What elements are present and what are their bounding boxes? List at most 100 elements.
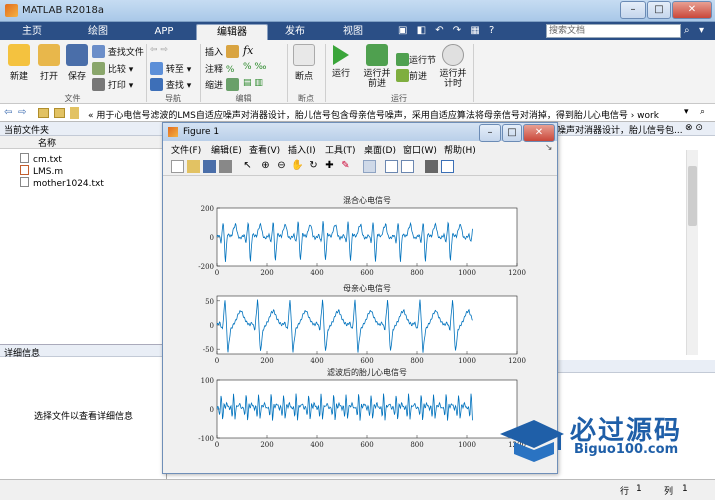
run-time-button[interactable]: 运行并 计时 bbox=[438, 44, 468, 89]
up-folder-icon[interactable] bbox=[38, 108, 49, 118]
y-tick-label: 0 bbox=[210, 406, 214, 414]
figure-close-button[interactable]: ✕ bbox=[523, 124, 555, 142]
insert-button[interactable]: 插入 bbox=[205, 45, 239, 58]
run-advance-button[interactable]: 运行并 前进 bbox=[362, 44, 392, 89]
indent-icons[interactable]: ▤ ▥ bbox=[243, 78, 263, 88]
back-forward-icons[interactable]: ⇦ ⇨ bbox=[150, 45, 168, 55]
breakpoints-button[interactable]: 断点 bbox=[293, 44, 315, 82]
path-dropdown-icon[interactable]: ▾ bbox=[684, 107, 689, 117]
subplot-title: 母亲心电信号 bbox=[343, 283, 391, 293]
zoom-in-icon[interactable]: ⊕ bbox=[259, 160, 272, 173]
y-tick-label: -200 bbox=[198, 263, 214, 271]
figure-toolbar: ↖ ⊕ ⊖ ✋ ↻ ✚ ✎ bbox=[163, 158, 557, 176]
rotate-icon[interactable]: ↻ bbox=[307, 160, 320, 173]
x-tick-label: 1000 bbox=[458, 269, 476, 277]
print-figure-icon[interactable] bbox=[219, 160, 232, 173]
menu-tools[interactable]: 工具(T) bbox=[325, 143, 356, 156]
print-button[interactable]: 打印 ▾ bbox=[92, 78, 133, 91]
pan-icon[interactable]: ✋ bbox=[291, 160, 304, 173]
menu-help[interactable]: 帮助(H) bbox=[444, 143, 476, 156]
pointer-icon[interactable]: ↖ bbox=[241, 160, 254, 173]
menu-view[interactable]: 查看(V) bbox=[249, 143, 280, 156]
editor-scrollbar[interactable] bbox=[686, 150, 698, 355]
bell-icon[interactable]: ▾ bbox=[699, 25, 704, 36]
section-navigate-label: 导航 bbox=[165, 94, 181, 103]
y-tick-label: -100 bbox=[198, 435, 214, 443]
close-button[interactable]: ✕ bbox=[672, 1, 712, 19]
file-browser[interactable]: 名称 cm.txt LMS.m mother1024.txt bbox=[0, 136, 167, 344]
dock-icon[interactable]: ↘ bbox=[545, 143, 553, 153]
hide-tools-icon[interactable] bbox=[425, 160, 438, 173]
col-label: 列 bbox=[664, 487, 674, 497]
quick-access-icons[interactable]: ▣ ◧ ↶ ↷ ▦ ? bbox=[398, 25, 497, 36]
tab-home[interactable]: 主页 bbox=[6, 24, 58, 40]
comment-button[interactable]: 注释 % bbox=[205, 62, 234, 75]
legend-icon[interactable] bbox=[401, 160, 414, 173]
search-icon[interactable]: ⌕ bbox=[684, 25, 690, 36]
indent-icon bbox=[225, 78, 239, 91]
goto-button[interactable]: 转至 ▾ bbox=[150, 62, 191, 75]
x-tick-label: 1000 bbox=[458, 357, 476, 365]
axes-box bbox=[216, 295, 518, 355]
watermark-logo: 必过源码 Biguo100.com bbox=[496, 408, 706, 468]
menu-desktop[interactable]: 桌面(D) bbox=[364, 143, 396, 156]
file-item[interactable]: LMS.m bbox=[20, 165, 63, 177]
new-figure-icon[interactable] bbox=[171, 160, 184, 173]
path-search-icon[interactable]: ⌕ bbox=[700, 107, 705, 117]
new-button[interactable]: 新建 bbox=[8, 44, 30, 82]
run-button[interactable]: 运行 bbox=[332, 44, 350, 79]
search-input[interactable]: 搜索文档 bbox=[546, 24, 681, 38]
minimize-button[interactable]: – bbox=[620, 1, 646, 19]
colorbar-icon[interactable] bbox=[385, 160, 398, 173]
tab-apps[interactable]: APP bbox=[138, 24, 190, 40]
open-button[interactable]: 打开 bbox=[38, 44, 60, 82]
browse-folder-icon[interactable] bbox=[54, 108, 65, 118]
tab-view[interactable]: 视图 bbox=[330, 24, 376, 40]
advance-button[interactable]: 前进 bbox=[396, 69, 427, 82]
find-files-icon bbox=[92, 45, 105, 58]
matlab-logo-icon bbox=[5, 4, 18, 17]
indent-button[interactable]: 缩进 bbox=[205, 78, 239, 91]
compare-button[interactable]: 比较 ▾ bbox=[92, 62, 133, 75]
maximize-button[interactable]: □ bbox=[647, 1, 671, 19]
menu-insert[interactable]: 插入(I) bbox=[288, 143, 316, 156]
menu-file[interactable]: 文件(F) bbox=[171, 143, 201, 156]
forward-icon[interactable]: ⇨ bbox=[18, 107, 26, 118]
tab-plots[interactable]: 绘图 bbox=[72, 24, 124, 40]
open-file-icon[interactable] bbox=[187, 160, 200, 173]
link-plot-icon[interactable] bbox=[363, 160, 376, 173]
stopwatch-icon bbox=[442, 44, 464, 66]
fx-button[interactable]: fx bbox=[243, 44, 253, 57]
x-tick-label: 800 bbox=[410, 269, 423, 277]
scroll-thumb[interactable] bbox=[688, 166, 697, 226]
data-cursor-icon[interactable]: ✚ bbox=[323, 160, 336, 173]
menu-window[interactable]: 窗口(W) bbox=[403, 143, 437, 156]
run-section-button[interactable]: 运行节 bbox=[396, 53, 436, 66]
show-tools-icon[interactable] bbox=[441, 160, 454, 173]
save-figure-icon[interactable] bbox=[203, 160, 216, 173]
figure-maximize-button[interactable]: □ bbox=[502, 124, 522, 142]
details-header: 详细信息 bbox=[0, 344, 167, 359]
name-column-header[interactable]: 名称 bbox=[0, 136, 167, 149]
print-icon bbox=[92, 78, 105, 91]
y-tick-label: 50 bbox=[205, 298, 214, 306]
header-close-icon[interactable]: ⊗ ⊙ bbox=[685, 123, 703, 133]
x-tick-label: 1200 bbox=[508, 357, 526, 365]
details-pane: 选择文件以查看详细信息 bbox=[0, 357, 167, 479]
current-path[interactable]: « 用于心电信号滤波的LMS自适应噪声对消器设计，胎儿信号包含母亲信号噪声，采用… bbox=[88, 108, 659, 121]
save-button[interactable]: 保存 bbox=[66, 44, 88, 82]
brush-icon[interactable]: ✎ bbox=[339, 160, 352, 173]
comment-toggle-icons[interactable]: % ‰ bbox=[243, 62, 267, 72]
figure-titlebar[interactable]: Figure 1 – □ ✕ bbox=[163, 123, 557, 142]
back-icon[interactable]: ⇦ bbox=[4, 107, 12, 118]
tab-editor[interactable]: 编辑器 bbox=[196, 24, 268, 40]
figure-minimize-button[interactable]: – bbox=[479, 124, 501, 142]
file-item[interactable]: mother1024.txt bbox=[20, 177, 104, 189]
tab-publish[interactable]: 发布 bbox=[272, 24, 318, 40]
find-button[interactable]: 查找 ▾ bbox=[150, 78, 191, 91]
insert-icon bbox=[225, 45, 239, 58]
file-item[interactable]: cm.txt bbox=[20, 153, 62, 165]
find-files-button[interactable]: 查找文件 bbox=[92, 45, 144, 58]
zoom-out-icon[interactable]: ⊖ bbox=[275, 160, 288, 173]
menu-edit[interactable]: 编辑(E) bbox=[211, 143, 242, 156]
